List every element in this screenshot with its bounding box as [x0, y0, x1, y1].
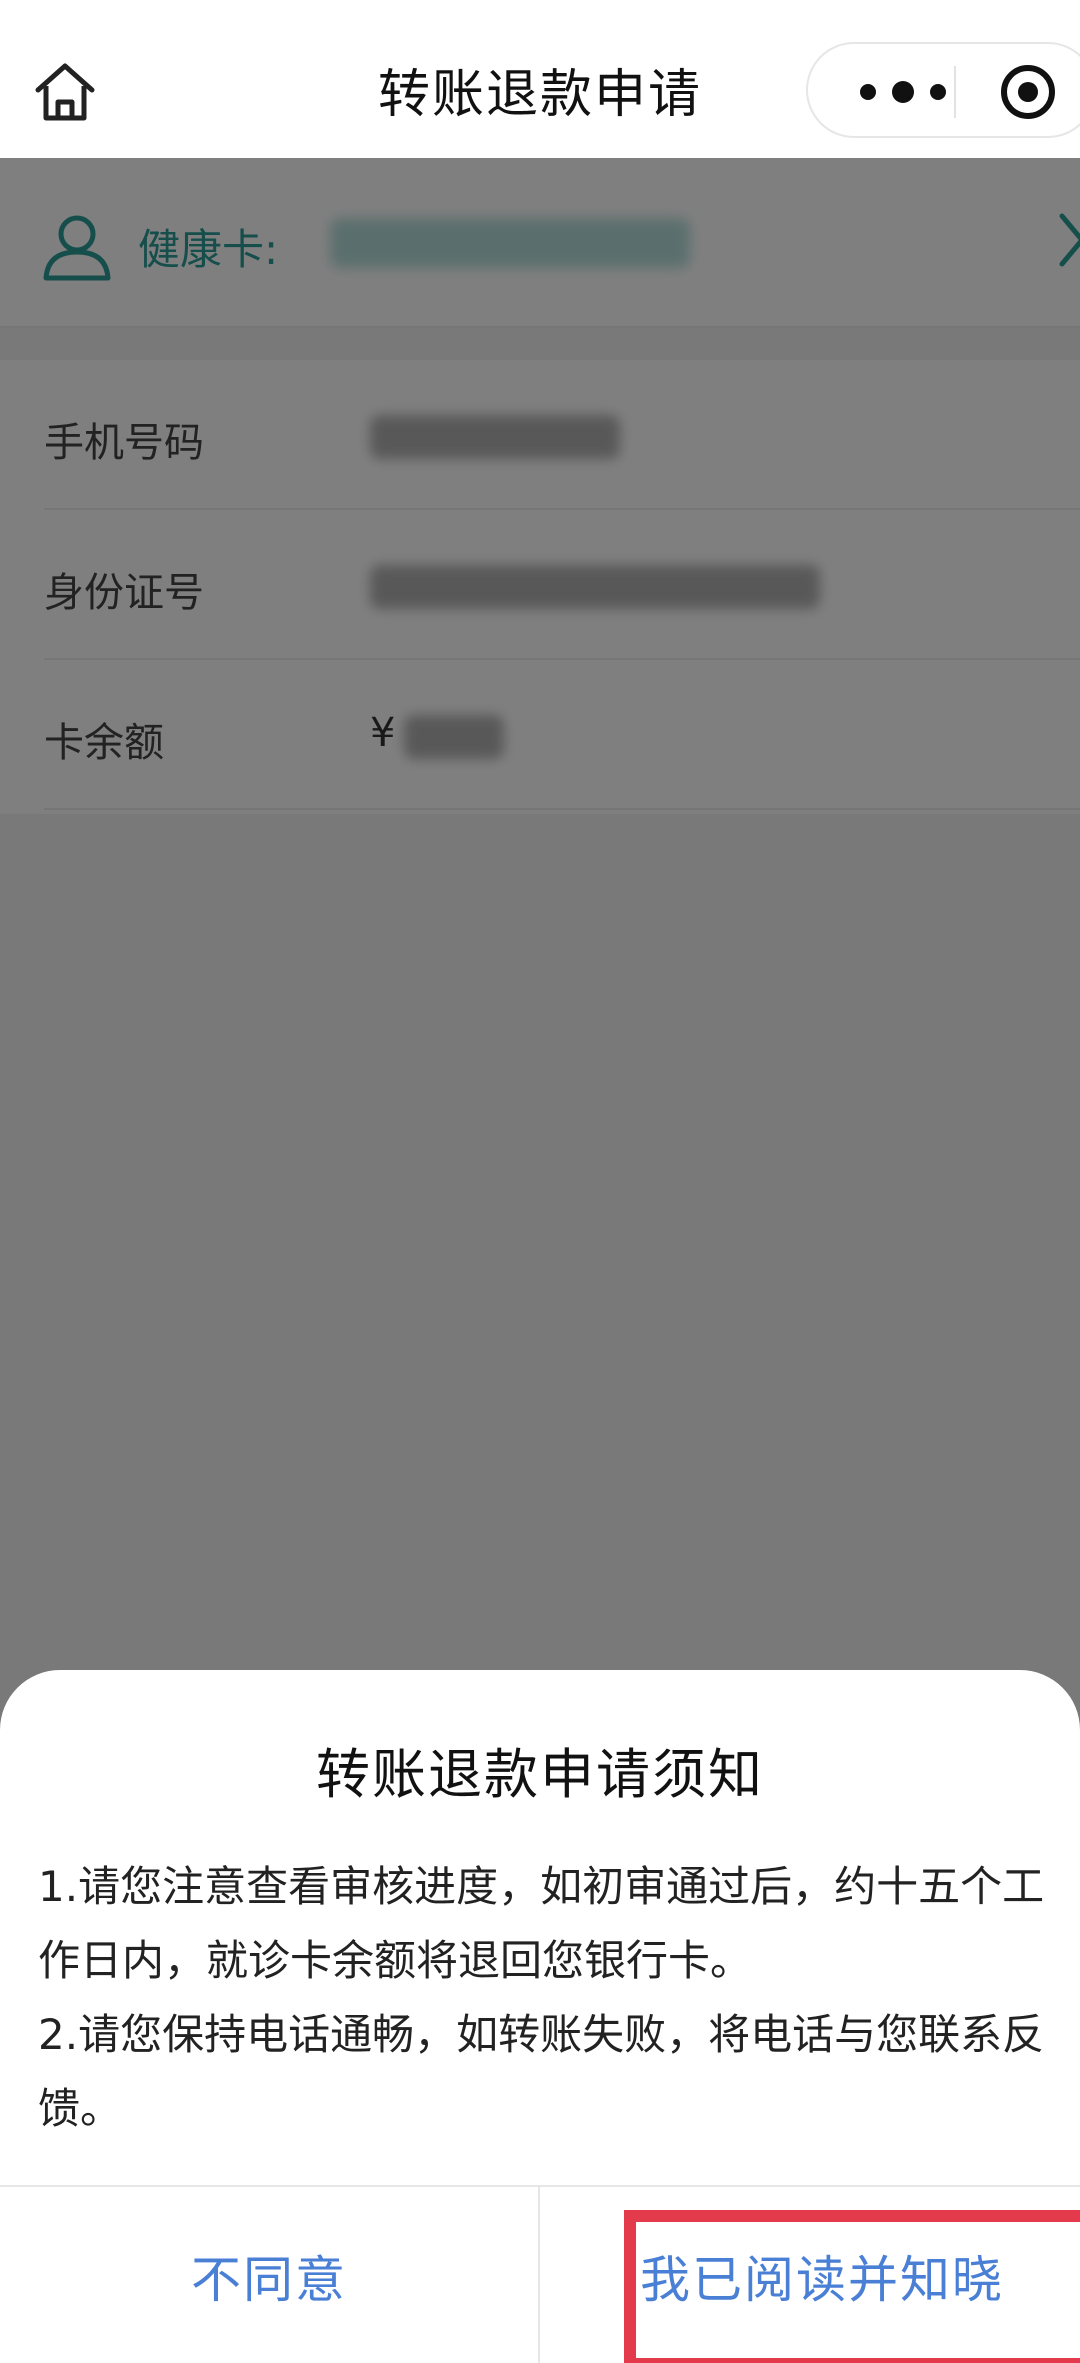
capsule-divider [954, 66, 956, 118]
notice-bottom-sheet: 转账退款申请须知 1.请您注意查看审核进度，如初审通过后，约十五个工作日内，就诊… [0, 1670, 1080, 2363]
notice-line-2: 2.请您保持电话通畅，如转账失败，将电话与您联系反馈。 [38, 2010, 1045, 2133]
sheet-title: 转账退款申请须知 [316, 1743, 764, 1806]
close-mini-program-icon[interactable] [998, 62, 1058, 122]
sheet-actions: 不同意 我已阅读并知晓 [0, 2185, 1080, 2363]
notice-line-1: 1.请您注意查看审核进度，如初审通过后，约十五个工作日内，就诊卡余额将退回您银行… [38, 1862, 1045, 1985]
disagree-button[interactable]: 不同意 [0, 2187, 540, 2363]
more-icon[interactable] [848, 74, 958, 110]
agree-button[interactable]: 我已阅读并知晓 [564, 2187, 1080, 2363]
navigation-bar: 转账退款申请 [0, 0, 1080, 158]
mini-program-capsule [806, 42, 1080, 138]
notice-text: 1.请您注意查看审核进度，如初审通过后，约十五个工作日内，就诊卡余额将退回您银行… [38, 1850, 1048, 2146]
